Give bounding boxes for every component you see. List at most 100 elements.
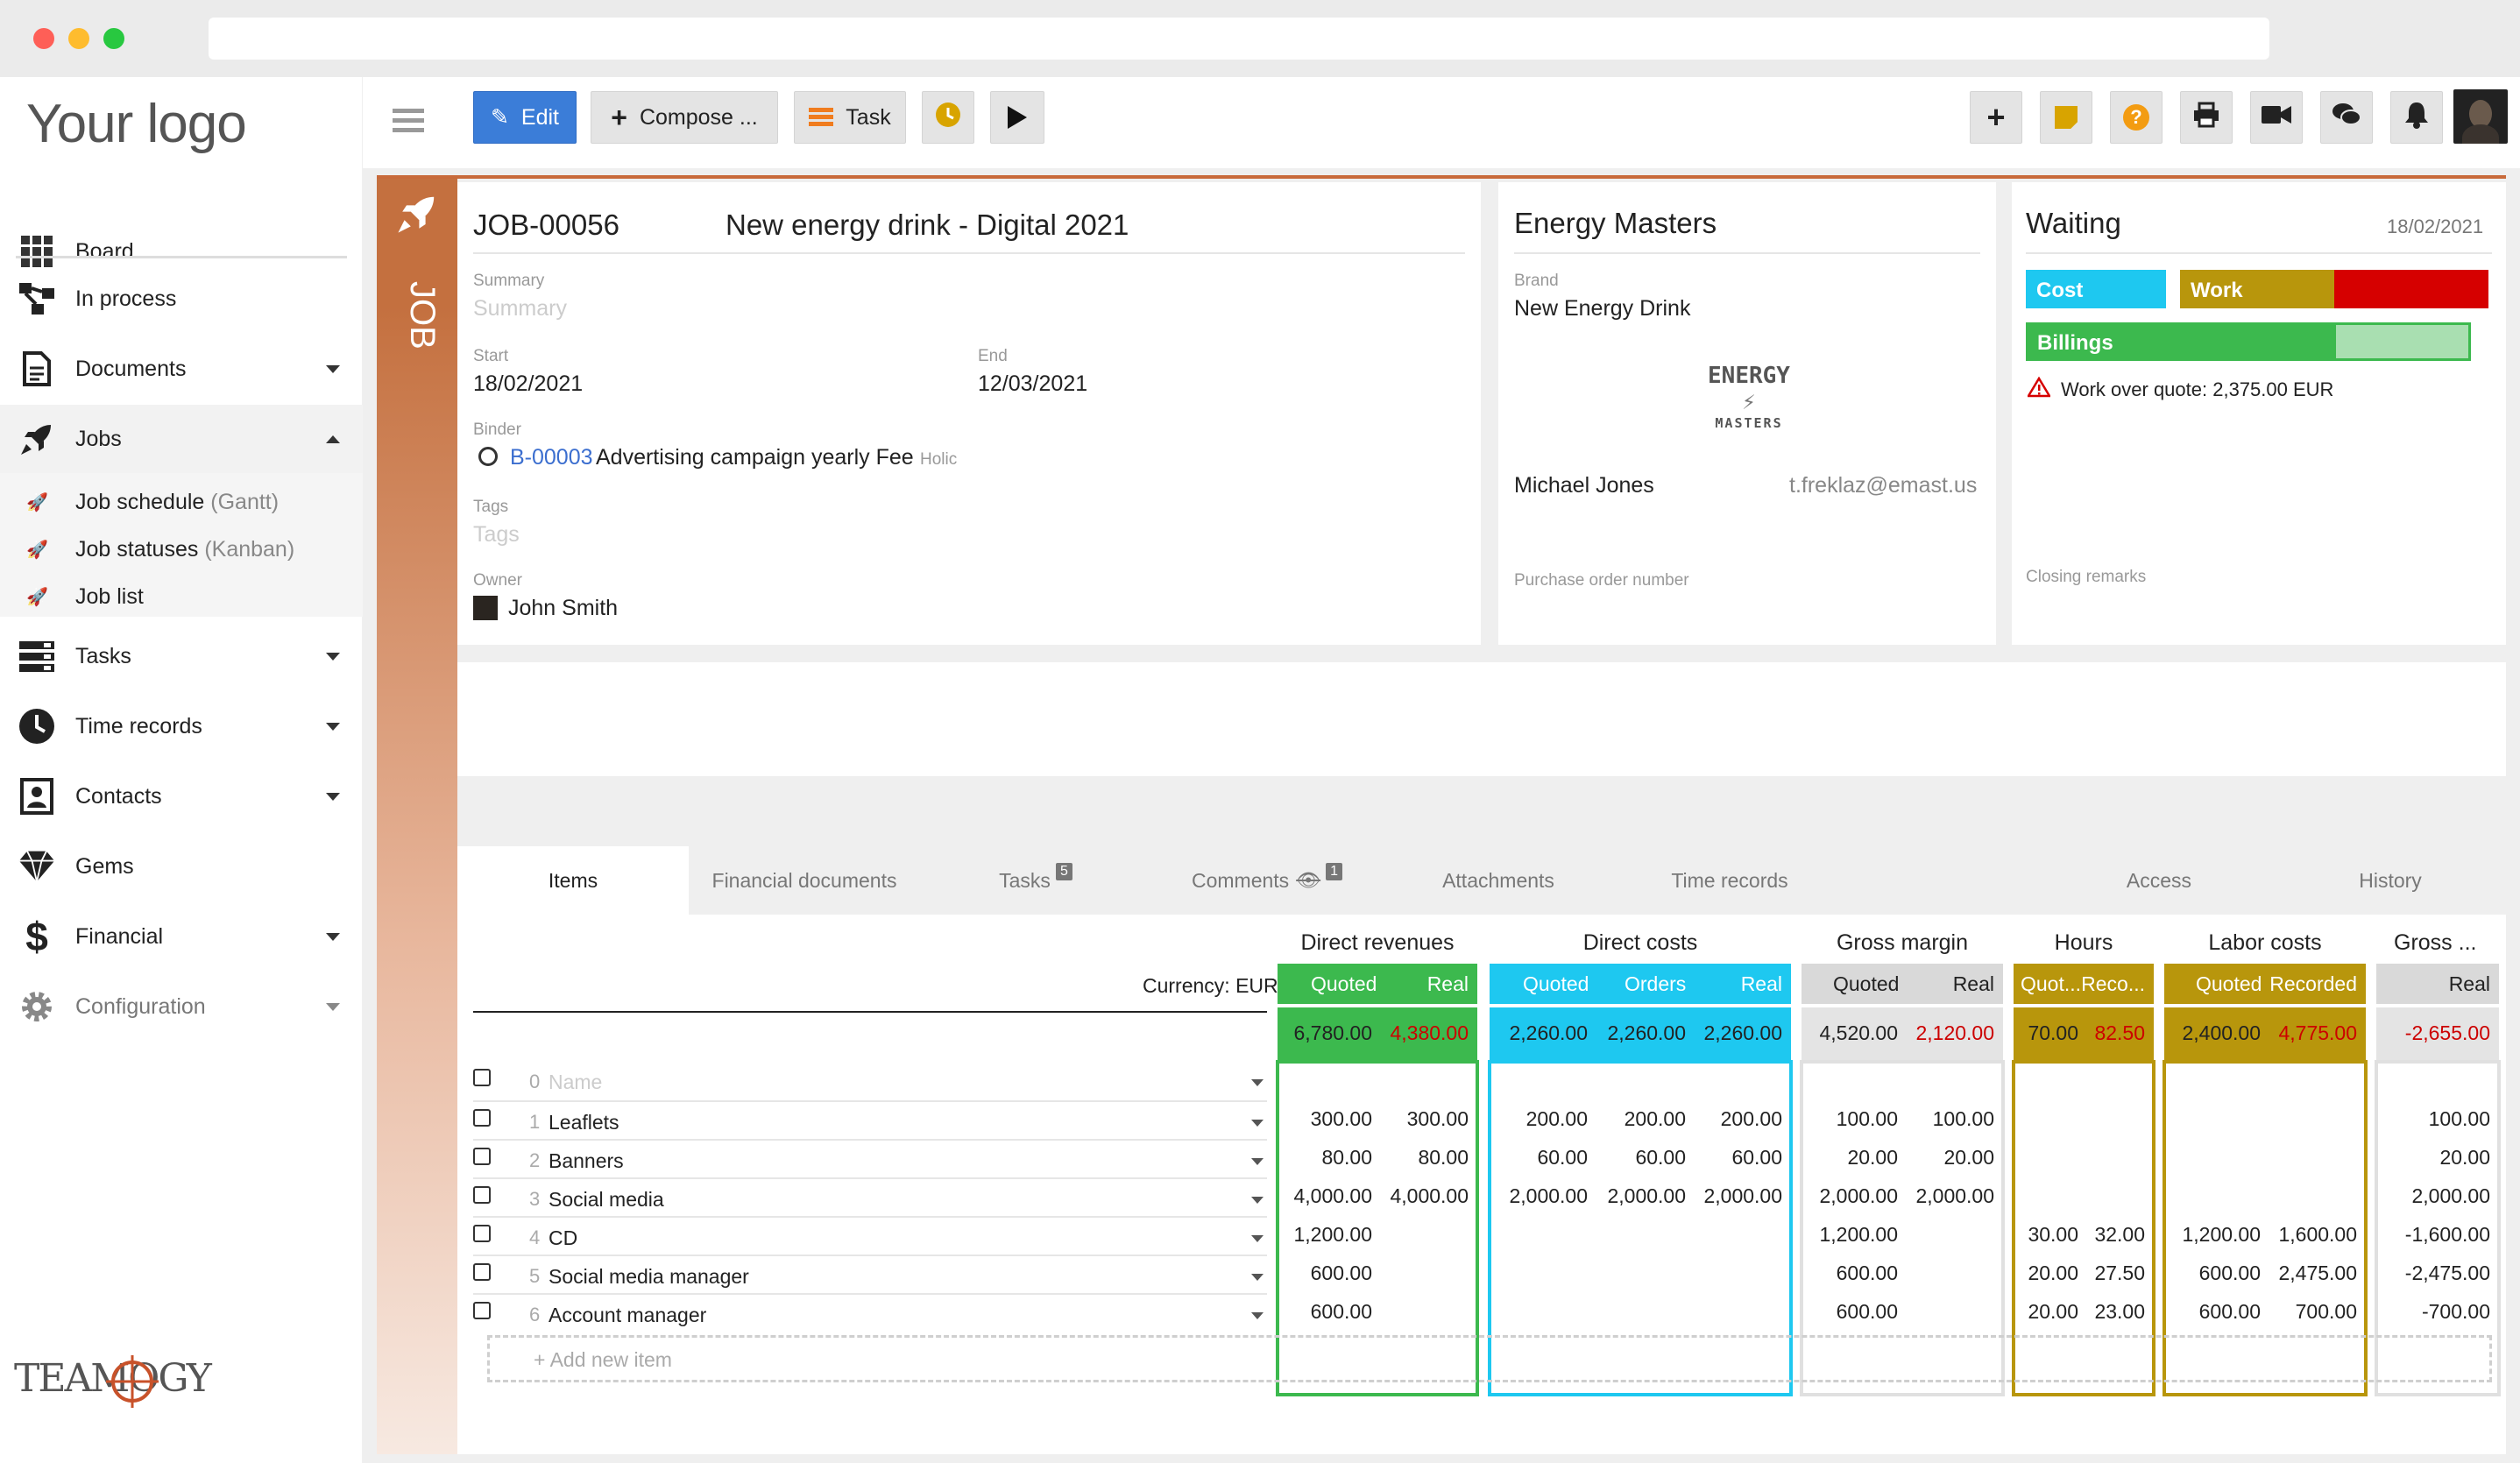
tab-history[interactable]: History (2275, 846, 2506, 915)
chevron-down-icon[interactable] (1251, 1120, 1264, 1127)
timer-button[interactable] (922, 91, 974, 144)
col-recorded[interactable]: Reco... (2081, 972, 2145, 996)
sticky-note-button[interactable] (2040, 91, 2092, 144)
tab-comments[interactable]: Comments 👁 1 (1151, 846, 1383, 915)
sidebar-subitem-job-statuses[interactable]: 🚀 Job statuses (Kanban) (0, 526, 363, 573)
cell-value[interactable]: 600.00 (1311, 1300, 1372, 1324)
cell-value[interactable]: 100.00 (2429, 1107, 2490, 1131)
cell-value[interactable]: 700.00 (2296, 1300, 2357, 1324)
cell-value[interactable]: 20.00 (1943, 1146, 1994, 1170)
cell-value[interactable]: 80.00 (1418, 1146, 1469, 1170)
cell-value[interactable]: 60.00 (1537, 1146, 1588, 1170)
item-name[interactable]: Account manager (549, 1304, 706, 1327)
col-quoted[interactable]: Quoted (1833, 972, 1899, 996)
cell-value[interactable]: 20.00 (2439, 1146, 2490, 1170)
po-number-label[interactable]: Purchase order number (1514, 571, 1689, 590)
help-button[interactable]: ? (2110, 91, 2163, 144)
sidebar-item-jobs[interactable]: Jobs (0, 405, 363, 473)
item-name[interactable]: CD (549, 1226, 577, 1250)
col-recorded[interactable]: Recorded (2269, 972, 2357, 996)
binder-code-link[interactable]: B-00003 (510, 445, 593, 470)
chevron-down-icon[interactable] (1251, 1079, 1264, 1086)
row-checkbox[interactable] (473, 1109, 491, 1127)
row-checkbox[interactable] (473, 1148, 491, 1165)
chat-button[interactable] (2320, 91, 2373, 144)
sidebar-item-financial[interactable]: $ Financial (0, 902, 363, 971)
tab-financial-documents[interactable]: Financial documents (689, 846, 920, 915)
cell-value[interactable]: 600.00 (2199, 1300, 2261, 1324)
cell-value[interactable]: 4,000.00 (1390, 1184, 1469, 1208)
cell-value[interactable]: 2,000.00 (1703, 1184, 1782, 1208)
sidebar-subitem-job-list[interactable]: 🚀 Job list (0, 573, 363, 620)
job-title[interactable]: New energy drink - Digital 2021 (726, 208, 1129, 242)
col-real[interactable]: Real (1741, 972, 1782, 996)
cell-value[interactable]: 600.00 (1311, 1262, 1372, 1285)
tab-access[interactable]: Access (2043, 846, 2275, 915)
item-name[interactable]: Social media (549, 1188, 664, 1212)
col-quoted[interactable]: Quoted (2196, 972, 2262, 996)
cell-value[interactable]: -700.00 (2422, 1300, 2490, 1324)
item-name[interactable]: Social media manager (549, 1265, 749, 1289)
task-button[interactable]: Task (794, 91, 906, 144)
col-real[interactable]: Real (2449, 972, 2490, 996)
add-new-item-row[interactable]: + Add new item (487, 1335, 2492, 1382)
row-checkbox[interactable] (473, 1186, 491, 1204)
tab-items[interactable]: Items (457, 846, 689, 915)
summary-input[interactable]: Summary (473, 296, 567, 322)
compose-button[interactable]: + Compose ... (591, 91, 778, 144)
cell-value[interactable]: -2,475.00 (2405, 1262, 2490, 1285)
row-checkbox[interactable] (473, 1263, 491, 1281)
item-name[interactable]: Banners (549, 1149, 624, 1173)
cell-value[interactable]: 2,000.00 (2411, 1184, 2490, 1208)
tags-input[interactable]: Tags (473, 522, 520, 548)
cell-value[interactable]: 600.00 (2199, 1262, 2261, 1285)
cell-value[interactable]: 20.00 (2028, 1300, 2078, 1324)
play-button[interactable] (990, 91, 1044, 144)
cell-value[interactable]: 30.00 (2028, 1223, 2078, 1247)
end-date[interactable]: 12/03/2021 (978, 371, 1087, 397)
client-name[interactable]: Energy Masters (1514, 207, 1717, 240)
sidebar-item-contacts[interactable]: Contacts (0, 762, 363, 830)
cell-value[interactable]: 60.00 (1635, 1146, 1686, 1170)
row-checkbox[interactable] (473, 1302, 491, 1319)
print-button[interactable] (2180, 91, 2233, 144)
cell-value[interactable]: 100.00 (1933, 1107, 1994, 1131)
sidebar-item-gems[interactable]: Gems (0, 832, 363, 901)
tab-time-records[interactable]: Time records (1614, 846, 1845, 915)
cell-value[interactable]: 20.00 (2028, 1262, 2078, 1285)
maximize-window-button[interactable] (103, 28, 124, 49)
video-call-button[interactable] (2250, 91, 2303, 144)
col-quoted[interactable]: Quoted (1523, 972, 1589, 996)
cell-value[interactable]: 200.00 (1526, 1107, 1588, 1131)
cell-value[interactable]: 100.00 (1837, 1107, 1898, 1131)
cell-value[interactable]: 1,200.00 (1819, 1223, 1898, 1247)
cell-value[interactable]: 1,600.00 (2278, 1223, 2357, 1247)
cell-value[interactable]: 200.00 (1625, 1107, 1686, 1131)
cell-value[interactable]: 1,200.00 (2182, 1223, 2261, 1247)
col-orders[interactable]: Orders (1625, 972, 1686, 996)
chevron-down-icon[interactable] (1251, 1274, 1264, 1281)
cell-value[interactable]: 60.00 (1731, 1146, 1782, 1170)
closing-remarks-label[interactable]: Closing remarks (2026, 568, 2146, 587)
cell-value[interactable]: 200.00 (1721, 1107, 1782, 1131)
edit-button[interactable]: ✎ Edit (473, 91, 577, 144)
cell-value[interactable]: 2,000.00 (1819, 1184, 1898, 1208)
cell-value[interactable]: 80.00 (1321, 1146, 1372, 1170)
cell-value[interactable]: 2,000.00 (1607, 1184, 1686, 1208)
cell-value[interactable]: 23.00 (2094, 1300, 2145, 1324)
cell-value[interactable]: 20.00 (1847, 1146, 1898, 1170)
cell-value[interactable]: 2,000.00 (1915, 1184, 1994, 1208)
cell-value[interactable]: 1,200.00 (1293, 1223, 1372, 1247)
hamburger-menu-icon[interactable] (393, 109, 424, 132)
row-checkbox[interactable] (473, 1069, 491, 1086)
col-quoted[interactable]: Quoted (1311, 972, 1377, 996)
name-input[interactable]: Name (549, 1071, 602, 1094)
sidebar-item-tasks[interactable]: Tasks (0, 622, 363, 690)
brand-value[interactable]: New Energy Drink (1514, 296, 1690, 322)
app-logo[interactable]: Your logo (26, 93, 247, 155)
close-window-button[interactable] (33, 28, 54, 49)
owner-name[interactable]: John Smith (508, 596, 618, 621)
chevron-down-icon[interactable] (1251, 1235, 1264, 1242)
row-checkbox[interactable] (473, 1225, 491, 1242)
contact-email[interactable]: t.freklaz@emast.us (1789, 473, 1977, 498)
